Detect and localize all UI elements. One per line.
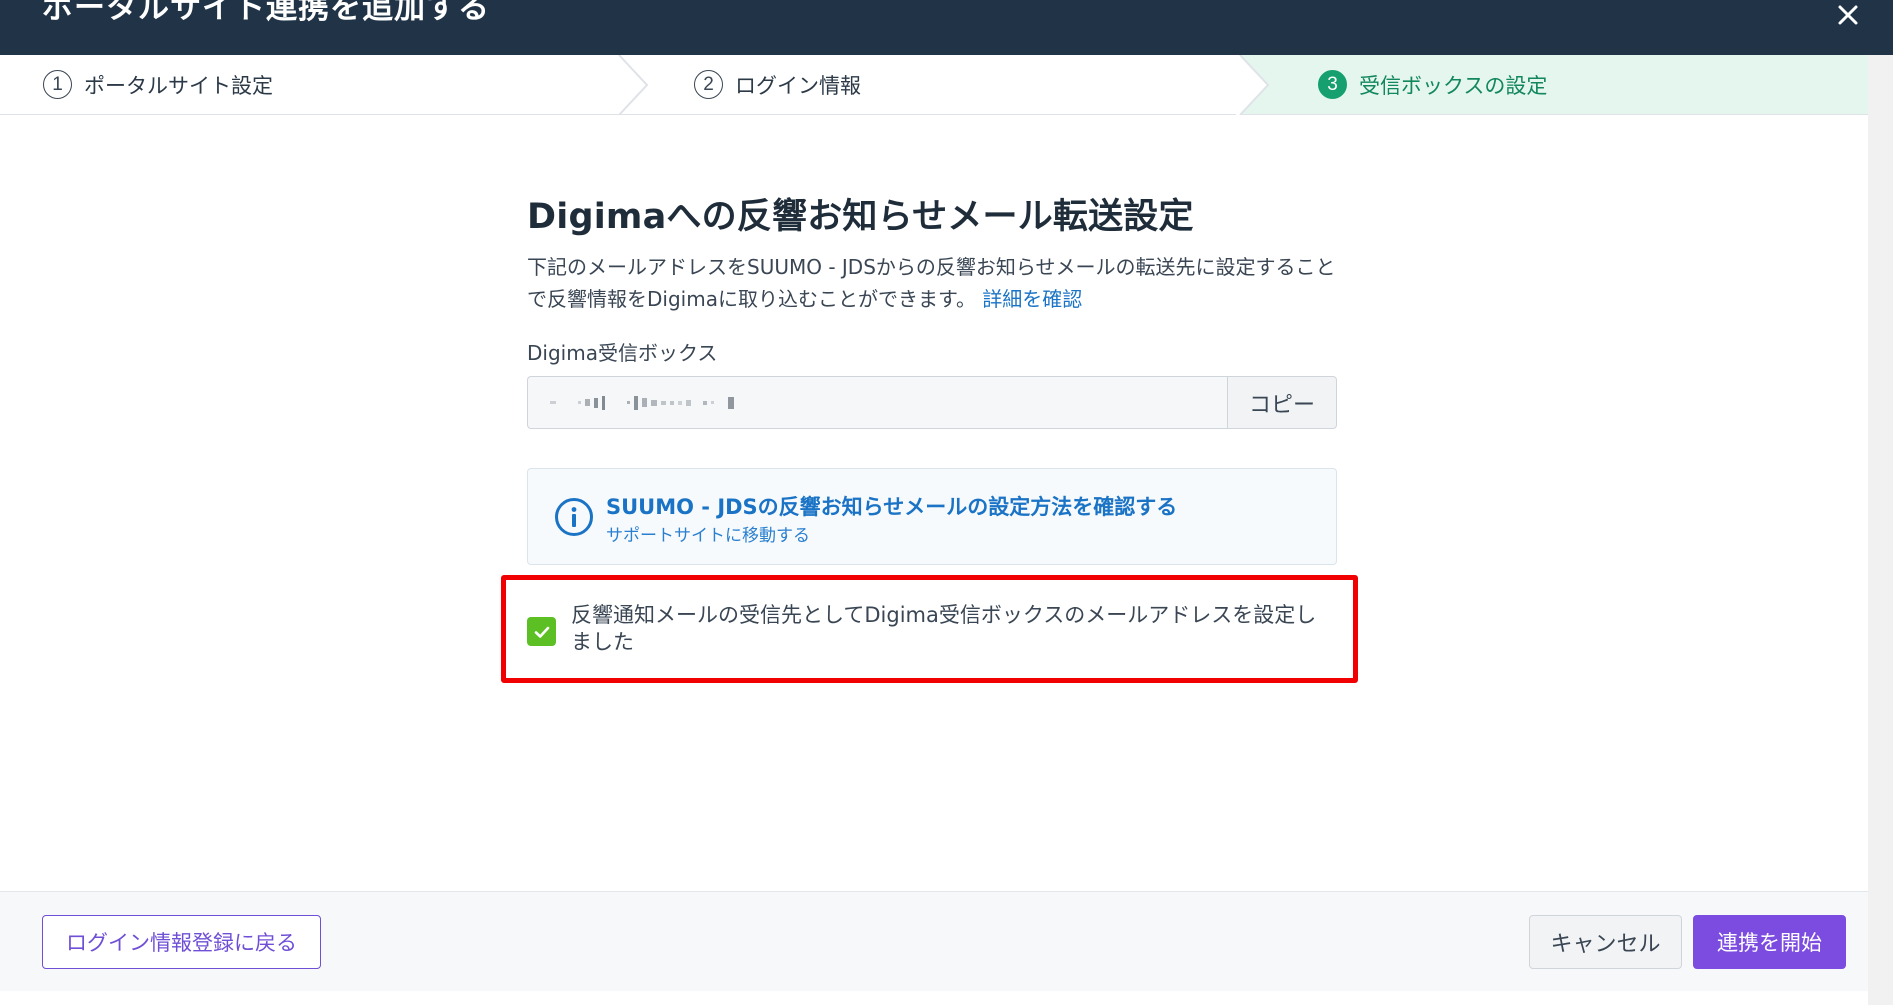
redacted-email [550, 395, 734, 410]
section-title: Digimaへの反響お知らせメール転送設定 [527, 197, 1194, 237]
modal-footer: ログイン情報登録に戻る キャンセル 連携を開始 [0, 891, 1868, 991]
step-number: 1 [43, 70, 72, 99]
step-number: 3 [1318, 70, 1347, 99]
modal-header: ポータルサイト連携を追加する [0, 0, 1893, 55]
description-text: 下記のメールアドレスをSUUMO - JDSからの反響お知らせメールの転送先に設… [527, 255, 1336, 311]
inbox-label: Digima受信ボックス [527, 341, 718, 365]
inbox-address-field[interactable] [527, 376, 1227, 429]
scrollbar[interactable] [1868, 55, 1893, 1005]
step-inbox-settings: 3 受信ボックスの設定 [1318, 55, 1547, 114]
back-to-login-button[interactable]: ログイン情報登録に戻る [42, 915, 321, 969]
close-icon [1838, 5, 1858, 25]
step-divider [618, 55, 649, 115]
stepper: 1 ポータルサイト設定 2 ログイン情報 3 受信ボックスの設定 [0, 55, 1868, 115]
info-icon [555, 498, 593, 536]
help-link-box[interactable]: SUUMO - JDSの反響お知らせメールの設定方法を確認する サポートサイトに… [527, 468, 1337, 565]
step-divider [1236, 55, 1270, 115]
help-link-title[interactable]: SUUMO - JDSの反響お知らせメールの設定方法を確認する [606, 491, 1177, 521]
step-login-info: 2 ログイン情報 [694, 55, 861, 114]
cancel-button[interactable]: キャンセル [1529, 915, 1682, 969]
close-button[interactable] [1829, 0, 1867, 30]
start-integration-button[interactable]: 連携を開始 [1693, 915, 1846, 969]
help-link-subtitle: サポートサイトに移動する [606, 526, 810, 546]
details-link[interactable]: 詳細を確認 [982, 287, 1082, 311]
step-label: ログイン情報 [735, 73, 861, 98]
bottom-edge [0, 991, 1868, 1005]
modal-dialog: ポータルサイト連携を追加する 1 ポータルサイト設定 2 ログイン情報 3 受信… [0, 0, 1893, 1005]
step-label: ポータルサイト設定 [84, 73, 273, 98]
step-label: 受信ボックスの設定 [1359, 73, 1548, 98]
copy-button[interactable]: コピー [1227, 376, 1337, 429]
confirm-checkbox-label[interactable]: 反響通知メールの受信先としてDigima受信ボックスのメールアドレスを設定しまし… [571, 602, 1331, 656]
confirm-checkbox[interactable] [527, 617, 556, 646]
step-portal-site-settings: 1 ポータルサイト設定 [43, 55, 273, 114]
step-number: 2 [694, 70, 723, 99]
modal-title: ポータルサイト連携を追加する [42, 0, 490, 26]
section-description: 下記のメールアドレスをSUUMO - JDSからの反響お知らせメールの転送先に設… [527, 251, 1347, 315]
check-icon [534, 626, 549, 638]
